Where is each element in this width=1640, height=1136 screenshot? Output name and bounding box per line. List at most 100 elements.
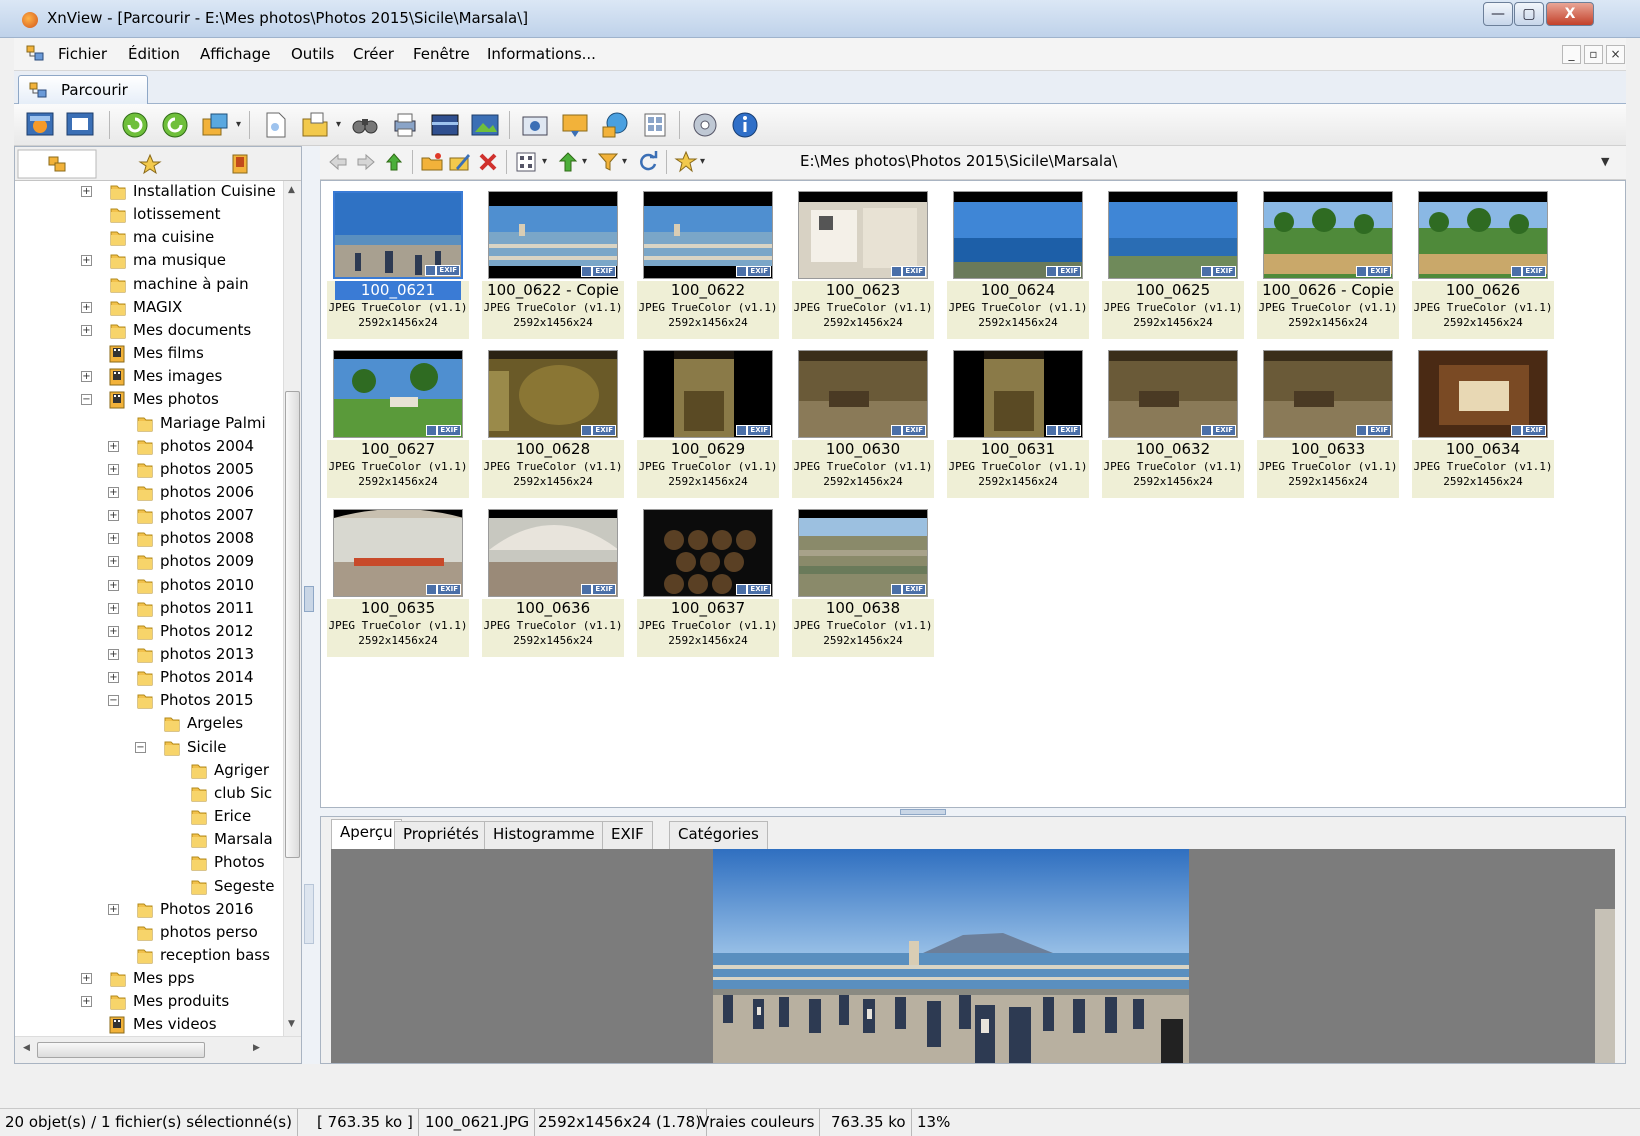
thumbnail-item[interactable]: EXIF 100_0625 JPEG TrueColor (v1.1) 2592x14… — [1102, 185, 1244, 340]
tree-item[interactable]: − Photos 2015 — [15, 690, 283, 713]
thumbnail-item[interactable]: EXIF 100_0621 JPEG TrueColor (v1.1) 2592x14… — [327, 185, 469, 340]
expand-plus-icon[interactable]: + — [81, 371, 92, 383]
mdi-minimize-button[interactable]: _ — [1562, 45, 1581, 64]
tree-item[interactable]: + Photos 2014 — [15, 667, 283, 690]
tree-item[interactable]: + Mes images — [15, 366, 283, 389]
splitter-grip[interactable] — [304, 884, 314, 944]
tree-item[interactable]: ma cuisine — [15, 227, 283, 250]
tree-item[interactable]: Marsala — [15, 829, 283, 852]
delete-icon[interactable] — [476, 150, 500, 174]
categories-tab-icon[interactable] — [200, 149, 280, 179]
scroll-left-arrow-icon[interactable]: ◀ — [23, 1043, 30, 1053]
favorites-star-icon[interactable] — [674, 150, 698, 174]
tree-item[interactable]: + photos 2005 — [15, 459, 283, 482]
scroll-right-arrow-icon[interactable]: ▶ — [253, 1043, 260, 1053]
menu-informations[interactable]: Informations... — [487, 45, 596, 63]
minimize-button[interactable]: — — [1483, 2, 1513, 26]
maximize-button[interactable]: ▢ — [1514, 2, 1544, 26]
expand-plus-icon[interactable]: + — [108, 486, 119, 498]
thumbnail-item[interactable]: EXIF 100_0630 JPEG TrueColor (v1.1) 2592x14… — [792, 344, 934, 499]
expand-plus-icon[interactable]: + — [108, 533, 119, 545]
expand-plus-icon[interactable]: + — [81, 186, 92, 197]
new-folder-icon[interactable] — [420, 150, 444, 174]
expand-plus-icon[interactable]: + — [108, 440, 119, 452]
thumbnail-grid[interactable]: EXIF 100_0621 JPEG TrueColor (v1.1) 2592x14… — [320, 180, 1626, 808]
collapse-minus-icon[interactable]: − — [81, 394, 92, 406]
contact-sheet-icon[interactable] — [639, 109, 671, 141]
parent-folder-icon[interactable] — [382, 150, 406, 174]
collapse-panel-handle[interactable] — [304, 586, 314, 612]
collapse-preview-handle[interactable] — [900, 809, 946, 815]
tree-item[interactable]: club Sic — [15, 783, 283, 806]
thumbnail-item[interactable]: EXIF 100_0637 JPEG TrueColor (v1.1) 2592x14… — [637, 503, 779, 658]
tab-exif[interactable]: EXIF — [602, 821, 653, 849]
expand-plus-icon[interactable]: + — [108, 510, 119, 522]
tree-item[interactable]: + Photos 2012 — [15, 621, 283, 644]
tree-item[interactable]: − Sicile — [15, 737, 283, 760]
vertical-splitter[interactable] — [302, 146, 320, 1064]
thumbnail-item[interactable]: EXIF 100_0626 - Copie JPEG TrueColor (v1.1… — [1257, 185, 1399, 340]
menu-fichier[interactable]: Fichier — [58, 45, 107, 63]
thumbnail-item[interactable]: EXIF 100_0622 JPEG TrueColor (v1.1) 2592x14… — [637, 185, 779, 340]
fit-screen-icon[interactable] — [64, 109, 96, 141]
thumbnail-item[interactable]: EXIF 100_0631 JPEG TrueColor (v1.1) 2592x14… — [947, 344, 1089, 499]
tree-item[interactable]: + Photos 2016 — [15, 899, 283, 922]
tree-item[interactable]: photos perso — [15, 922, 283, 945]
tree-item[interactable]: + Mes produits — [15, 991, 283, 1014]
tree-item[interactable]: + ma musique — [15, 250, 283, 273]
web-page-icon[interactable] — [559, 109, 591, 141]
view-mode-icon[interactable] — [514, 150, 538, 174]
convert-icon[interactable] — [199, 109, 231, 141]
forward-arrow-icon[interactable] — [354, 150, 378, 174]
expand-plus-icon[interactable]: + — [108, 463, 119, 475]
rotate-left-icon[interactable] — [119, 109, 151, 141]
tree-item[interactable]: Mes videos — [15, 1014, 283, 1036]
thumbnail-item[interactable]: EXIF 100_0629 JPEG TrueColor (v1.1) 2592x14… — [637, 344, 779, 499]
tree-item[interactable]: + MAGIX — [15, 297, 283, 320]
tree-vertical-scroll-thumb[interactable] — [285, 391, 300, 858]
close-button[interactable]: X — [1546, 2, 1594, 26]
scroll-down-arrow-icon[interactable]: ▼ — [288, 1019, 295, 1029]
tree-item[interactable]: Agriger — [15, 760, 283, 783]
tree-item[interactable]: + photos 2008 — [15, 528, 283, 551]
tree-item[interactable]: + photos 2006 — [15, 482, 283, 505]
tab-proprietes[interactable]: Propriétés — [394, 821, 488, 849]
horizontal-splitter[interactable] — [320, 808, 1626, 816]
thumbnail-item[interactable]: EXIF 100_0628 JPEG TrueColor (v1.1) 2592x14… — [482, 344, 624, 499]
thumbnail-item[interactable]: EXIF 100_0634 JPEG TrueColor (v1.1) 2592x14… — [1412, 344, 1554, 499]
tab-apercu[interactable]: Aperçu — [331, 819, 402, 849]
thumbnail-item[interactable]: EXIF 100_0627 JPEG TrueColor (v1.1) 2592x14… — [327, 344, 469, 499]
thumbnail-item[interactable]: EXIF 100_0635 JPEG TrueColor (v1.1) 2592x14… — [327, 503, 469, 658]
print-icon[interactable] — [389, 109, 421, 141]
tree-item[interactable]: Mes films — [15, 343, 283, 366]
thumbnail-item[interactable]: EXIF 100_0626 JPEG TrueColor (v1.1) 2592x14… — [1412, 185, 1554, 340]
address-dropdown-arrow[interactable]: ▼ — [1601, 155, 1609, 168]
tree-item[interactable]: + Mes pps — [15, 968, 283, 991]
thumbnail-item[interactable]: EXIF 100_0624 JPEG TrueColor (v1.1) 2592x14… — [947, 185, 1089, 340]
find-binoculars-icon[interactable] — [349, 109, 381, 141]
tree-item[interactable]: + Installation Cuisine — [15, 181, 283, 204]
expand-plus-icon[interactable]: + — [81, 973, 92, 985]
thumbnail-item[interactable]: EXIF 100_0636 JPEG TrueColor (v1.1) 2592x14… — [482, 503, 624, 658]
tab-parcourir[interactable]: Parcourir — [18, 75, 148, 104]
tree-item[interactable]: + photos 2011 — [15, 598, 283, 621]
tree-item[interactable]: machine à pain — [15, 274, 283, 297]
view-mode-dropdown-arrow[interactable]: ▾ — [542, 156, 547, 167]
scroll-up-arrow-icon[interactable]: ▲ — [288, 185, 295, 195]
thumbnail-item[interactable]: EXIF 100_0623 JPEG TrueColor (v1.1) 2592x14… — [792, 185, 934, 340]
new-document-icon[interactable] — [259, 109, 291, 141]
favorites-dropdown-arrow[interactable]: ▾ — [700, 156, 705, 167]
expand-plus-icon[interactable]: + — [108, 672, 119, 684]
convert-dropdown-arrow[interactable]: ▾ — [236, 119, 241, 130]
folders-tab-icon[interactable] — [17, 149, 97, 179]
expand-plus-icon[interactable]: + — [81, 996, 92, 1008]
sort-dropdown-arrow[interactable]: ▾ — [582, 156, 587, 167]
menu-edition[interactable]: Édition — [128, 45, 180, 63]
collapse-minus-icon[interactable]: − — [135, 741, 146, 753]
expand-plus-icon[interactable]: + — [108, 625, 119, 637]
tree-item[interactable]: Erice — [15, 806, 283, 829]
tree-item[interactable]: Segeste — [15, 876, 283, 899]
tree-item[interactable]: lotissement — [15, 204, 283, 227]
folder-tree[interactable]: + Installation Cuisine lotissement ma cuisi… — [15, 181, 283, 1036]
expand-plus-icon[interactable]: + — [108, 903, 119, 915]
